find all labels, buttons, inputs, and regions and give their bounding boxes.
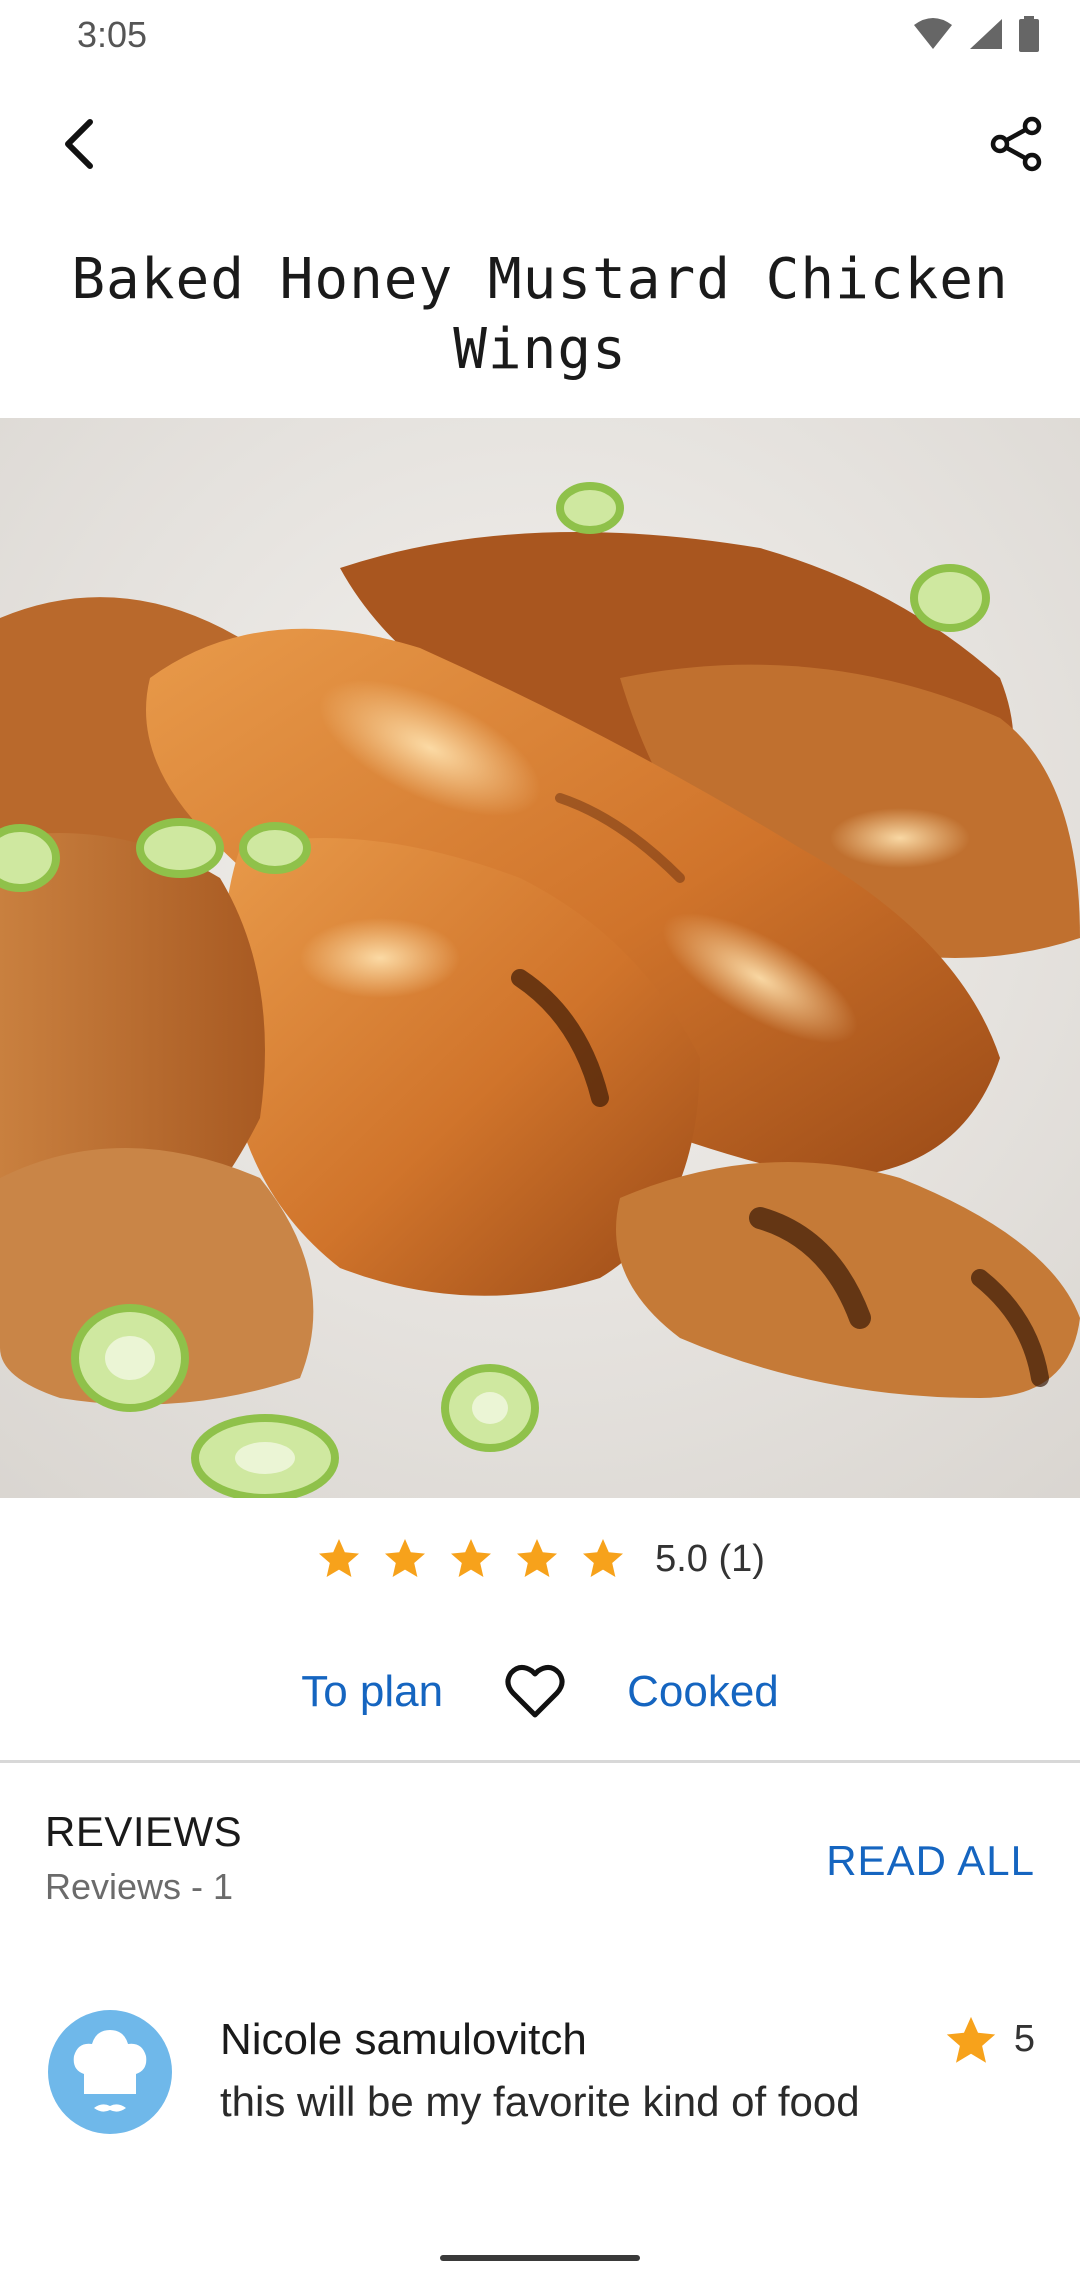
reviews-count: Reviews - 1 [45, 1866, 234, 1907]
status-time: 3:05 [77, 14, 148, 55]
share-icon [990, 116, 1042, 172]
review-text: this will be my favorite kind of food [220, 2078, 860, 2125]
home-indicator[interactable] [440, 2255, 640, 2261]
recipe-photo-art [0, 418, 1080, 1498]
wifi-icon [914, 18, 952, 49]
reviews-heading: REVIEWS [45, 1808, 243, 1855]
cooked-button[interactable]: Cooked [627, 1667, 779, 1717]
review-score: 5 [1013, 2018, 1035, 2060]
rating-text: 5.0 (1) [655, 1537, 765, 1580]
share-button[interactable] [980, 108, 1052, 180]
recipe-actions: To plan Cooked [0, 1660, 1080, 1724]
star-icon [319, 1539, 360, 1577]
star-icon [583, 1539, 624, 1577]
favorite-button[interactable] [503, 1660, 567, 1724]
heart-outline-icon [505, 1665, 565, 1718]
star-icon [451, 1539, 492, 1577]
read-all-button[interactable]: READ ALL [826, 1837, 1035, 1885]
status-icons [912, 16, 1040, 52]
to-plan-button[interactable]: To plan [301, 1667, 443, 1717]
star-icon [385, 1539, 426, 1577]
chef-hat-icon [48, 2010, 172, 2134]
star-icon [517, 1539, 558, 1577]
star-icon [946, 2016, 996, 2063]
back-arrow-icon [65, 119, 93, 169]
back-button[interactable] [44, 108, 116, 180]
rating-row: 5.0 (1) [0, 1535, 1080, 1583]
recipe-title: Baked Honey Mustard Chicken Wings [71, 247, 1009, 382]
reviewer-name: Nicole samulovitch [220, 2015, 587, 2064]
battery-icon [1019, 16, 1039, 52]
signal-icon [970, 19, 1002, 49]
recipe-photo [0, 418, 1080, 1498]
section-divider [0, 1760, 1080, 1763]
